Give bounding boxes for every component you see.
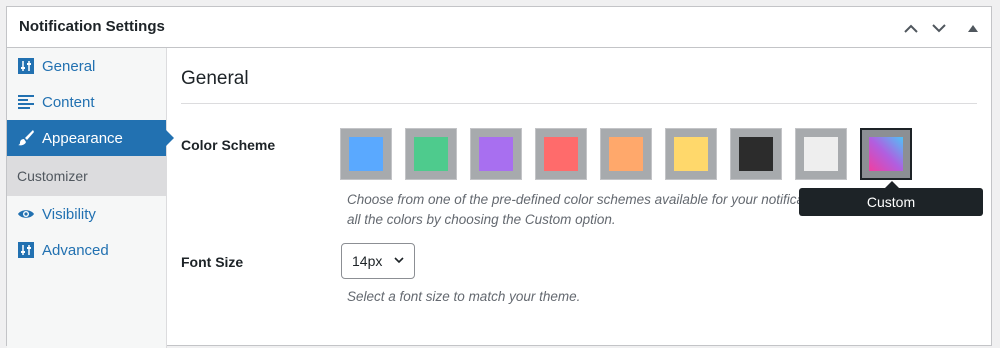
sidebar-item-label: Appearance <box>42 129 123 147</box>
settings-main: General Color Scheme Choose from one of … <box>181 48 983 304</box>
custom-tooltip: Custom <box>799 181 983 216</box>
toggle-panel-button[interactable] <box>962 17 984 39</box>
panel-header: Notification Settings <box>7 7 991 48</box>
chevron-down-icon <box>394 257 404 264</box>
sidebar-item-advanced[interactable]: Advanced <box>7 232 166 268</box>
swatch-green[interactable] <box>405 128 457 180</box>
section-title: General <box>181 68 977 104</box>
swatch-black[interactable] <box>730 128 782 180</box>
sidebar-subitem-customizer[interactable]: Customizer <box>7 156 166 196</box>
swatch-white[interactable] <box>795 128 847 180</box>
font-size-select[interactable]: 14px <box>341 243 415 279</box>
font-size-description: Select a font size to match your theme. <box>347 289 581 304</box>
sidebar-item-label: Visibility <box>42 205 96 223</box>
swatch-blue[interactable] <box>340 128 392 180</box>
swatch-red[interactable] <box>535 128 587 180</box>
eye-icon <box>17 205 35 223</box>
chevron-up-icon <box>904 24 918 33</box>
notification-settings-panel: Notification Settings General Content Ap… <box>6 6 992 348</box>
sidebar-item-label: Content <box>42 93 95 111</box>
triangle-up-icon <box>968 24 978 32</box>
swatch-yellow[interactable] <box>665 128 717 180</box>
sidebar-item-label: General <box>42 57 96 75</box>
sidebar-item-label: Advanced <box>42 241 109 259</box>
chevron-down-icon <box>932 23 946 32</box>
sidebar-subitem-label: Customizer <box>17 168 88 184</box>
color-scheme-swatches <box>340 128 925 180</box>
paintbrush-icon <box>17 129 35 147</box>
align-left-icon <box>17 93 35 111</box>
move-down-button[interactable] <box>928 17 950 39</box>
panel-title: Notification Settings <box>19 18 165 35</box>
settings-sidebar: General Content Appearance Customizer Vi… <box>7 48 174 348</box>
color-scheme-label: Color Scheme <box>181 137 276 153</box>
swatch-custom[interactable] <box>860 128 912 180</box>
sliders-icon <box>17 57 35 75</box>
sidebar-item-appearance[interactable]: Appearance <box>7 120 174 156</box>
sidebar-item-visibility[interactable]: Visibility <box>7 196 166 232</box>
move-up-button[interactable] <box>900 17 922 39</box>
font-size-value: 14px <box>352 253 383 269</box>
sidebar-item-content[interactable]: Content <box>7 84 166 120</box>
sidebar-item-general[interactable]: General <box>7 48 166 84</box>
font-size-label: Font Size <box>181 254 244 270</box>
swatch-purple[interactable] <box>470 128 522 180</box>
swatch-orange[interactable] <box>600 128 652 180</box>
sliders-icon <box>17 241 35 259</box>
